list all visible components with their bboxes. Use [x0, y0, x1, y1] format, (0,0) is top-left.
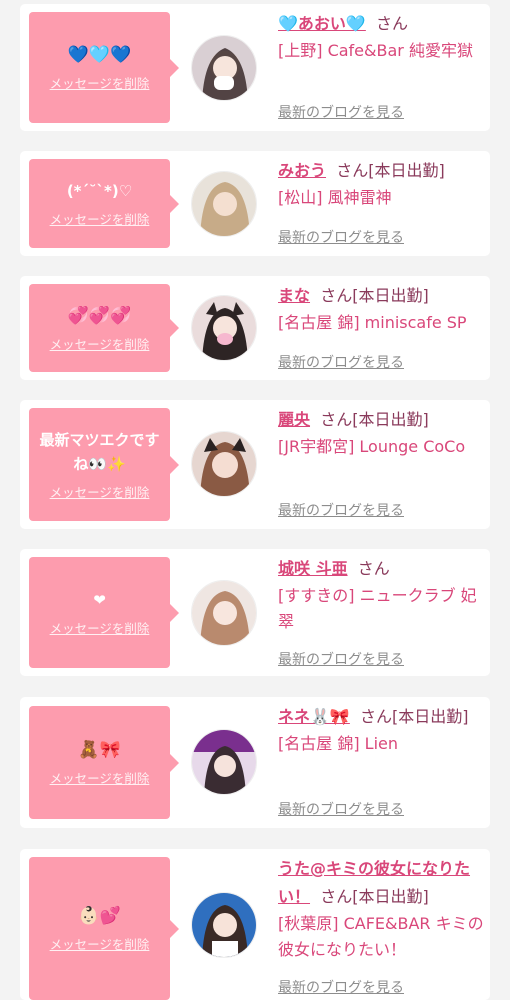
message-card: 💙🩵💙 メッセージを削除 🩵あおい🩵 さん [上野] Cafe&Bar 純愛牢獄… — [20, 4, 490, 131]
san-suffix: さん — [336, 161, 369, 180]
latest-blog-link[interactable]: 最新のブログを見る — [278, 977, 404, 997]
status-label: [本日出勤] — [352, 286, 429, 305]
delete-message-link[interactable]: メッセージを削除 — [50, 73, 150, 92]
san-suffix: さん — [376, 14, 409, 33]
latest-blog-link[interactable]: 最新のブログを見る — [278, 649, 404, 669]
shop-name: [松山] 風神雷神 — [278, 188, 392, 207]
shop-name: [秋葉原] CAFE&BAR キミの彼女になりたい！ — [278, 914, 484, 959]
delete-message-link[interactable]: メッセージを削除 — [50, 934, 150, 953]
san-suffix: さん — [357, 559, 390, 578]
shop-name: [JR宇都宮] Lounge CoCo — [278, 437, 466, 456]
message-card: ❤ メッセージを削除 城咲 斗亜 さん [すすきの] ニュークラブ 妃翠 最新の… — [20, 549, 490, 676]
avatar[interactable] — [191, 35, 257, 101]
message-bubble: 👶🏻💕 メッセージを削除 — [29, 857, 179, 1000]
cast-name-link[interactable]: みおう — [278, 161, 326, 180]
message-card: 🧸🎀 メッセージを削除 ネネ🐰🎀 さん[本日出勤] [名古屋 錦] Lien 最… — [20, 697, 490, 828]
delete-message-link[interactable]: メッセージを削除 — [50, 618, 150, 637]
san-suffix: さん — [360, 707, 393, 726]
message-list: 💙🩵💙 メッセージを削除 🩵あおい🩵 さん [上野] Cafe&Bar 純愛牢獄… — [0, 0, 510, 1000]
latest-blog-link[interactable]: 最新のブログを見る — [278, 352, 404, 372]
cast-info: 🩵あおい🩵 さん [上野] Cafe&Bar 純愛牢獄 最新のブログを見る — [278, 10, 484, 125]
message-text: 👶🏻💕 — [78, 906, 121, 926]
shop-name: [名古屋 錦] Lien — [278, 734, 399, 753]
cast-info: みおう さん[本日出勤] [松山] 風神雷神 最新のブログを見る — [278, 157, 484, 252]
avatar[interactable] — [191, 431, 257, 497]
message-text: 最新マツエクですね👀✨ — [39, 431, 160, 473]
message-bubble: 💙🩵💙 メッセージを削除 — [29, 12, 179, 123]
shop-name: [上野] Cafe&Bar 純愛牢獄 — [278, 41, 473, 60]
cast-name-link[interactable]: 麗央 — [278, 410, 310, 429]
message-card: 👶🏻💕 メッセージを削除 うた@キミの彼女になりたい！ さん[本日出勤] [秋葉… — [20, 849, 490, 1000]
avatar[interactable] — [191, 892, 257, 958]
message-bubble: 💞💞💞 メッセージを削除 — [29, 284, 179, 372]
cast-name-link[interactable]: まな — [278, 286, 310, 305]
status-label: [本日出勤] — [392, 707, 469, 726]
status-label: [本日出勤] — [368, 161, 445, 180]
cast-name-link[interactable]: ネネ🐰🎀 — [278, 707, 350, 726]
avatar[interactable] — [191, 580, 257, 646]
shop-name: [名古屋 錦] miniscafe SP — [278, 313, 467, 332]
avatar[interactable] — [191, 729, 257, 795]
cast-name-link[interactable]: 城咲 斗亜 — [278, 559, 348, 578]
latest-blog-link[interactable]: 最新のブログを見る — [278, 102, 404, 122]
cast-info: ネネ🐰🎀 さん[本日出勤] [名古屋 錦] Lien 最新のブログを見る — [278, 703, 484, 824]
cast-info: 城咲 斗亜 さん [すすきの] ニュークラブ 妃翠 最新のブログを見る — [278, 555, 484, 672]
delete-message-link[interactable]: メッセージを削除 — [50, 482, 150, 501]
cast-name-link[interactable]: 🩵あおい🩵 — [278, 14, 366, 33]
latest-blog-link[interactable]: 最新のブログを見る — [278, 799, 404, 819]
cast-info: 麗央 さん[本日出勤] [JR宇都宮] Lounge CoCo 最新のブログを見… — [278, 406, 484, 525]
san-suffix: さん — [320, 887, 353, 906]
delete-message-link[interactable]: メッセージを削除 — [50, 334, 150, 353]
delete-message-link[interactable]: メッセージを削除 — [50, 209, 150, 228]
message-text: ❤ — [93, 591, 106, 609]
cast-info: まな さん[本日出勤] [名古屋 錦] miniscafe SP 最新のブログを… — [278, 282, 484, 377]
message-text: (*´˘`*)♡ — [66, 182, 133, 200]
message-card: 💞💞💞 メッセージを削除 まな さん[本日出勤] [名古屋 錦] minisca… — [20, 276, 490, 380]
message-bubble: ❤ メッセージを削除 — [29, 557, 179, 668]
status-label: [本日出勤] — [352, 887, 429, 906]
message-text: 💙🩵💙 — [67, 45, 132, 65]
latest-blog-link[interactable]: 最新のブログを見る — [278, 500, 404, 520]
message-bubble: 🧸🎀 メッセージを削除 — [29, 706, 179, 819]
avatar[interactable] — [191, 171, 257, 237]
avatar[interactable] — [191, 295, 257, 361]
message-bubble: (*´˘`*)♡ メッセージを削除 — [29, 159, 179, 248]
message-card: (*´˘`*)♡ メッセージを削除 みおう さん[本日出勤] [松山] 風神雷神… — [20, 151, 490, 256]
message-card: 最新マツエクですね👀✨ メッセージを削除 麗央 さん[本日出勤] [JR宇都宮]… — [20, 400, 490, 529]
shop-name: [すすきの] ニュークラブ 妃翠 — [278, 586, 477, 631]
san-suffix: さん — [320, 410, 353, 429]
message-text: 🧸🎀 — [78, 740, 121, 760]
status-label: [本日出勤] — [352, 410, 429, 429]
message-bubble: 最新マツエクですね👀✨ メッセージを削除 — [29, 408, 179, 521]
delete-message-link[interactable]: メッセージを削除 — [50, 768, 150, 787]
san-suffix: さん — [320, 286, 353, 305]
latest-blog-link[interactable]: 最新のブログを見る — [278, 227, 404, 247]
message-text: 💞💞💞 — [67, 305, 132, 326]
cast-info: うた@キミの彼女になりたい！ さん[本日出勤] [秋葉原] CAFE&BAR キ… — [278, 855, 484, 1000]
